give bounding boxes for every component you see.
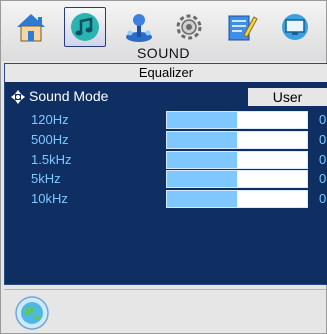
eq-band-120hz[interactable]: 120Hz 0 (5, 111, 327, 129)
music-note-icon (71, 13, 99, 41)
equalizer-panel: Equalizer Sound Mode User 120Hz 0 500Hz … (4, 63, 327, 285)
tab-home[interactable] (11, 9, 51, 45)
osd-menu-window: SOUND Equalizer Sound Mode User 120Hz 0 … (0, 0, 327, 334)
house-icon (17, 14, 45, 42)
band-slider[interactable] (166, 111, 308, 129)
band-slider[interactable] (166, 170, 308, 188)
band-label: 5kHz (31, 171, 61, 186)
band-slider[interactable] (166, 151, 308, 169)
band-value: 0 (319, 171, 327, 186)
globe-icon[interactable] (14, 295, 50, 331)
eq-band-500hz[interactable]: 500Hz 0 (5, 131, 327, 149)
band-slider[interactable] (166, 190, 308, 208)
navigation-cross-icon (11, 90, 25, 104)
band-label: 1.5kHz (31, 152, 72, 167)
eq-band-1-5khz[interactable]: 1.5kHz 0 (5, 151, 327, 169)
tab-setup[interactable] (169, 9, 209, 45)
tab-options[interactable] (221, 9, 261, 45)
eq-band-10khz[interactable]: 10kHz 0 (5, 190, 327, 208)
sound-mode-value[interactable]: User (248, 88, 327, 106)
tab-game[interactable] (119, 9, 159, 45)
gear-icon (176, 14, 202, 40)
tab-display[interactable] (275, 9, 315, 45)
monitor-icon (282, 14, 308, 40)
band-slider-fill (167, 132, 237, 148)
band-value: 0 (319, 191, 327, 206)
sound-mode-row[interactable]: Sound Mode User (5, 87, 327, 107)
tab-sound[interactable] (64, 7, 106, 47)
band-label: 500Hz (31, 132, 69, 147)
band-label: 120Hz (31, 112, 69, 127)
menu-tab-bar: SOUND (1, 1, 326, 61)
joystick-icon (126, 14, 152, 42)
band-slider-fill (167, 171, 237, 187)
band-label: 10kHz (31, 191, 68, 206)
menu-title: SOUND (136, 45, 191, 61)
band-value: 0 (319, 112, 327, 127)
band-value: 0 (319, 152, 327, 167)
sound-mode-label: Sound Mode (29, 88, 109, 104)
band-slider-fill (167, 112, 237, 128)
band-slider-fill (167, 152, 237, 168)
band-slider[interactable] (166, 131, 308, 149)
band-value: 0 (319, 132, 327, 147)
notepad-pencil-icon (228, 15, 258, 41)
band-slider-fill (167, 191, 237, 207)
eq-band-5khz[interactable]: 5kHz 0 (5, 170, 327, 188)
panel-header: Equalizer (5, 64, 327, 82)
bottom-bar (4, 289, 326, 332)
